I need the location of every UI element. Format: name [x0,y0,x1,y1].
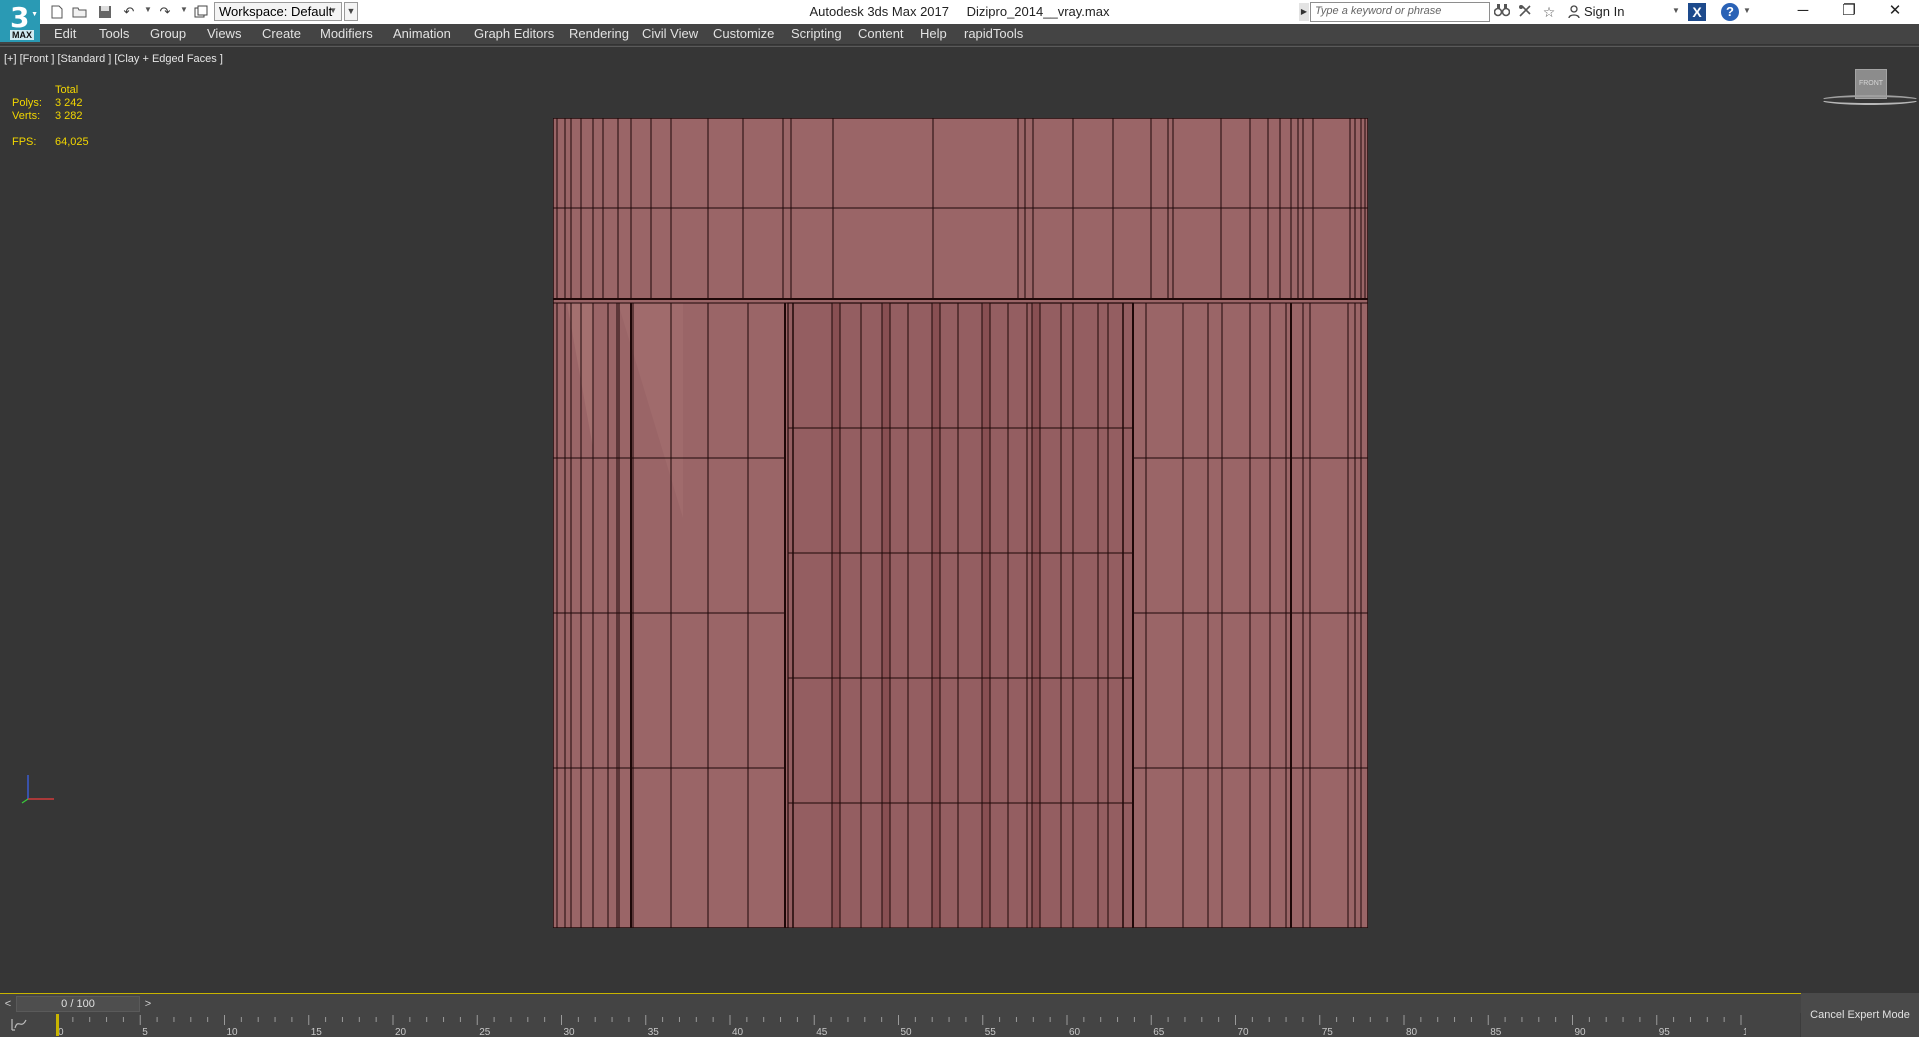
mullion [981,302,991,928]
ruler-tick-label: 15 [311,1027,323,1037]
viewcube-compass-ring[interactable] [1820,95,1919,105]
ruler-tick-label: 25 [479,1027,491,1037]
ruler-tick-label: 55 [985,1027,997,1037]
redo-dropdown-icon[interactable]: ▼ [180,5,188,14]
menu-graph-editors[interactable]: Graph Editors [474,26,554,41]
project-folder-icon[interactable] [192,3,210,21]
fps-value: 64,025 [55,136,89,148]
open-folder-icon[interactable] [71,3,89,21]
ruler-tick-label: 10 [227,1027,239,1037]
menu-civil-view[interactable]: Civil View [642,26,698,41]
stats-total-label: Total [55,84,79,96]
ruler-tick-label: 100 [1743,1027,1746,1037]
sign-in-dropdown-icon[interactable]: ▼ [1672,6,1680,15]
ruler-tick-label: 90 [1575,1027,1587,1037]
autodesk-exchange-icon[interactable]: X [1688,3,1706,21]
viewcube[interactable]: FRONT [1820,65,1919,125]
help-dropdown-icon[interactable]: ▼ [1743,6,1751,15]
frame-ruler[interactable]: 0510152025303540455055606570758085909510… [56,1013,1746,1037]
chevron-down-icon: ▼ [31,11,38,18]
viewport-label-menu[interactable]: [+] [Front ] [Standard ] [Clay + Edged F… [4,53,223,65]
facade-model[interactable] [553,118,1368,928]
mullion [931,302,941,928]
binoculars-icon[interactable] [1493,3,1511,21]
menu-group[interactable]: Group [150,26,186,41]
menu-create[interactable]: Create [262,26,301,41]
app-menu-button[interactable]: 3 ▼ MAX [0,0,40,42]
sign-in-button[interactable]: Sign In [1568,4,1624,19]
chevron-down-icon: ▼ [329,6,337,15]
redo-icon[interactable]: ↷ [156,3,174,21]
menu-rendering[interactable]: Rendering [569,26,629,41]
ruler-tick-label: 95 [1659,1027,1671,1037]
app-logo-sub: MAX [10,30,34,40]
polys-label: Polys: [12,97,42,109]
favorites-star-icon[interactable]: ☆ [1540,3,1558,21]
restore-button[interactable]: ❐ [1826,0,1872,24]
sign-in-label: Sign In [1584,4,1625,19]
ruler-tick-label: 30 [564,1027,576,1037]
ruler-tick-label: 85 [1490,1027,1502,1037]
menu-scripting[interactable]: Scripting [791,26,842,41]
ruler-tick-label: 45 [816,1027,828,1037]
communication-center-icon[interactable] [1516,3,1534,21]
menu-rapidtools[interactable]: rapidTools [964,26,1023,41]
axis-tripod-icon [21,775,54,804]
verts-value: 3 282 [55,110,83,122]
cancel-expert-mode-button[interactable]: Cancel Expert Mode [1801,993,1919,1037]
menu-modifiers[interactable]: Modifiers [320,26,373,41]
file-name: Dizipro_2014__vray.max [966,4,1110,19]
app-title: Autodesk 3ds Max 2017 [809,4,949,19]
track-bar[interactable]: 0510152025303540455055606570758085909510… [0,1013,1800,1037]
close-button[interactable]: ✕ [1872,0,1918,24]
ruler-tick-label: 75 [1322,1027,1334,1037]
time-slider-thumb[interactable]: 0 / 100 [16,996,140,1012]
current-frame-marker[interactable] [56,1014,59,1036]
quick-access-customize-icon[interactable]: ▼ [344,2,358,21]
menu-edit[interactable]: Edit [54,26,76,41]
ruler-tick-label: 70 [1238,1027,1250,1037]
ruler-tick-label: 5 [142,1027,148,1037]
ruler-tick-label: 40 [732,1027,744,1037]
mullion [1031,302,1041,928]
menu-help[interactable]: Help [920,26,947,41]
menu-bar: Edit Tools Group Views Create Modifiers … [0,24,1919,45]
ruler-tick-label: 50 [901,1027,913,1037]
facade-mesh [553,118,1368,928]
previous-frame-button[interactable]: < [2,997,14,1011]
menu-customize[interactable]: Customize [713,26,774,41]
title-bar: ↶ ▼ ↷ ▼ Workspace: Default ▼ ▼ Autodesk … [0,0,1919,24]
ruler-tick-label: 20 [395,1027,407,1037]
undo-icon[interactable]: ↶ [120,3,138,21]
new-file-icon[interactable] [48,3,66,21]
user-icon [1568,5,1580,18]
save-icon[interactable] [96,3,114,21]
front-viewport[interactable]: [+] [Front ] [Standard ] [Clay + Edged F… [0,46,1919,993]
infocenter-collapse-icon[interactable]: ▶ [1299,3,1309,21]
ruler-tick-label: 60 [1069,1027,1081,1037]
ruler-tick-label: 65 [1153,1027,1165,1037]
menu-animation[interactable]: Animation [393,26,451,41]
help-icon[interactable]: ? [1721,3,1739,21]
verts-label: Verts: [12,110,41,122]
minimize-button[interactable]: ─ [1780,0,1826,24]
workspace-label: Workspace: Default [219,4,333,19]
fps-label: FPS: [12,136,37,148]
polys-value: 3 242 [55,97,83,109]
time-slider[interactable]: < 0 / 100 > [0,993,1919,1013]
next-frame-button[interactable]: > [142,997,154,1011]
curve-editor-icon[interactable] [10,1016,30,1032]
ruler-tick-label: 35 [648,1027,660,1037]
menu-views[interactable]: Views [207,26,241,41]
menu-content[interactable]: Content [858,26,904,41]
workspace-dropdown[interactable]: Workspace: Default ▼ [214,2,342,21]
search-input[interactable]: Type a keyword or phrase [1310,2,1490,22]
mullion [881,302,891,928]
mullion [831,302,841,928]
undo-dropdown-icon[interactable]: ▼ [144,5,152,14]
menu-tools[interactable]: Tools [99,26,129,41]
ruler-tick-label: 80 [1406,1027,1418,1037]
